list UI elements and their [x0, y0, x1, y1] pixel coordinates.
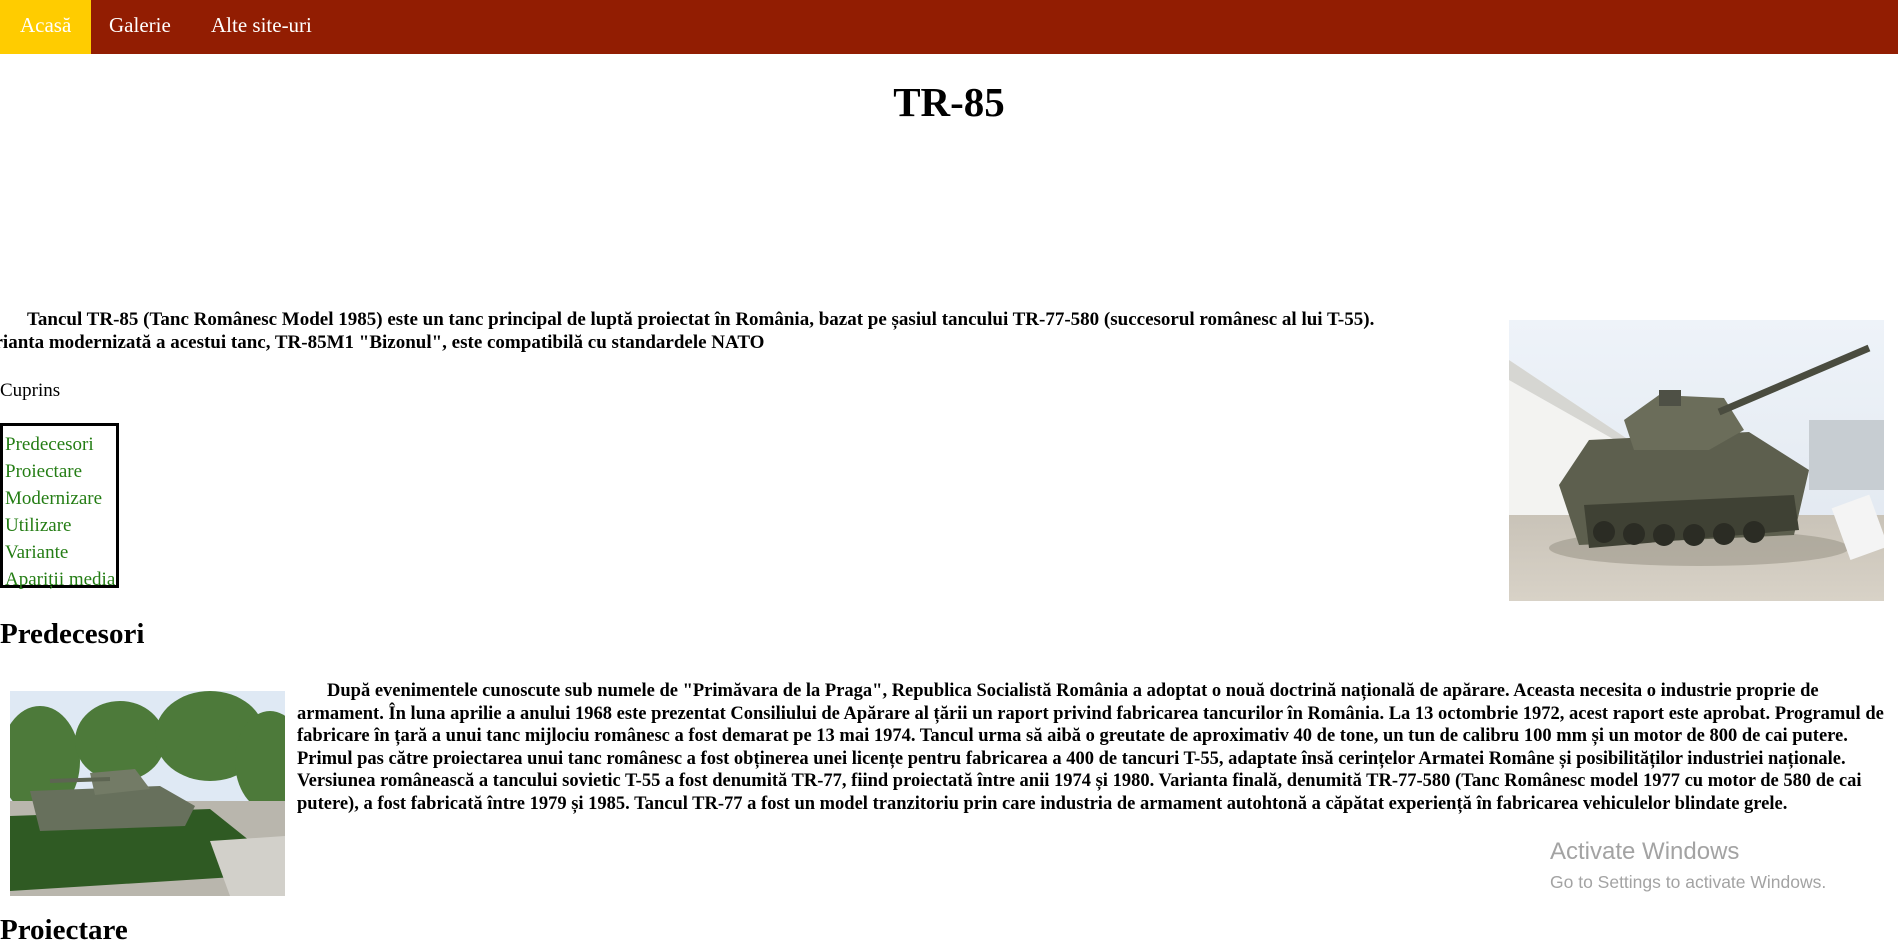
windows-activation-watermark-title: Activate Windows — [1550, 838, 1740, 865]
toc-link-aparitii-media[interactable]: Apariții media — [3, 566, 116, 593]
nav-other-sites-link[interactable]: Alte site-uri — [191, 0, 332, 54]
t55-tank-photo — [10, 691, 285, 896]
windows-activation-watermark-subtitle: Go to Settings to activate Windows. — [1550, 872, 1827, 892]
toc-link-proiectare[interactable]: Proiectare — [3, 458, 116, 485]
toc-link-variante[interactable]: Variante — [3, 539, 116, 566]
section-heading-proiectare: Proiectare — [0, 914, 128, 946]
section-text-predecesori: După evenimentele cunoscute sub numele d… — [297, 681, 1884, 814]
toc-link-modernizare[interactable]: Modernizare — [3, 485, 116, 512]
nav-gallery-link[interactable]: Galerie — [89, 0, 191, 54]
intro-line-2: Varianta modernizată a acestui tanc, TR-… — [0, 332, 765, 353]
nav-home-link[interactable]: Acasă — [0, 0, 92, 54]
intro-paragraph: Tancul TR-85 (Tanc Românesc Model 1985) … — [0, 308, 1480, 354]
intro-line-1: Tancul TR-85 (Tanc Românesc Model 1985) … — [27, 309, 1375, 330]
tr85m1-tank-photo — [1509, 320, 1884, 601]
table-of-contents: Predecesori Proiectare Modernizare Utili… — [0, 423, 119, 590]
page-title: TR-85 — [893, 79, 1005, 125]
top-navbar: Acasă Galerie Alte site-uri — [0, 0, 1898, 54]
section-heading-predecesori: Predecesori — [0, 618, 145, 650]
toc-label: Cuprins — [0, 380, 61, 401]
toc-link-predecesori[interactable]: Predecesori — [3, 431, 116, 458]
toc-link-utilizare[interactable]: Utilizare — [3, 512, 116, 539]
